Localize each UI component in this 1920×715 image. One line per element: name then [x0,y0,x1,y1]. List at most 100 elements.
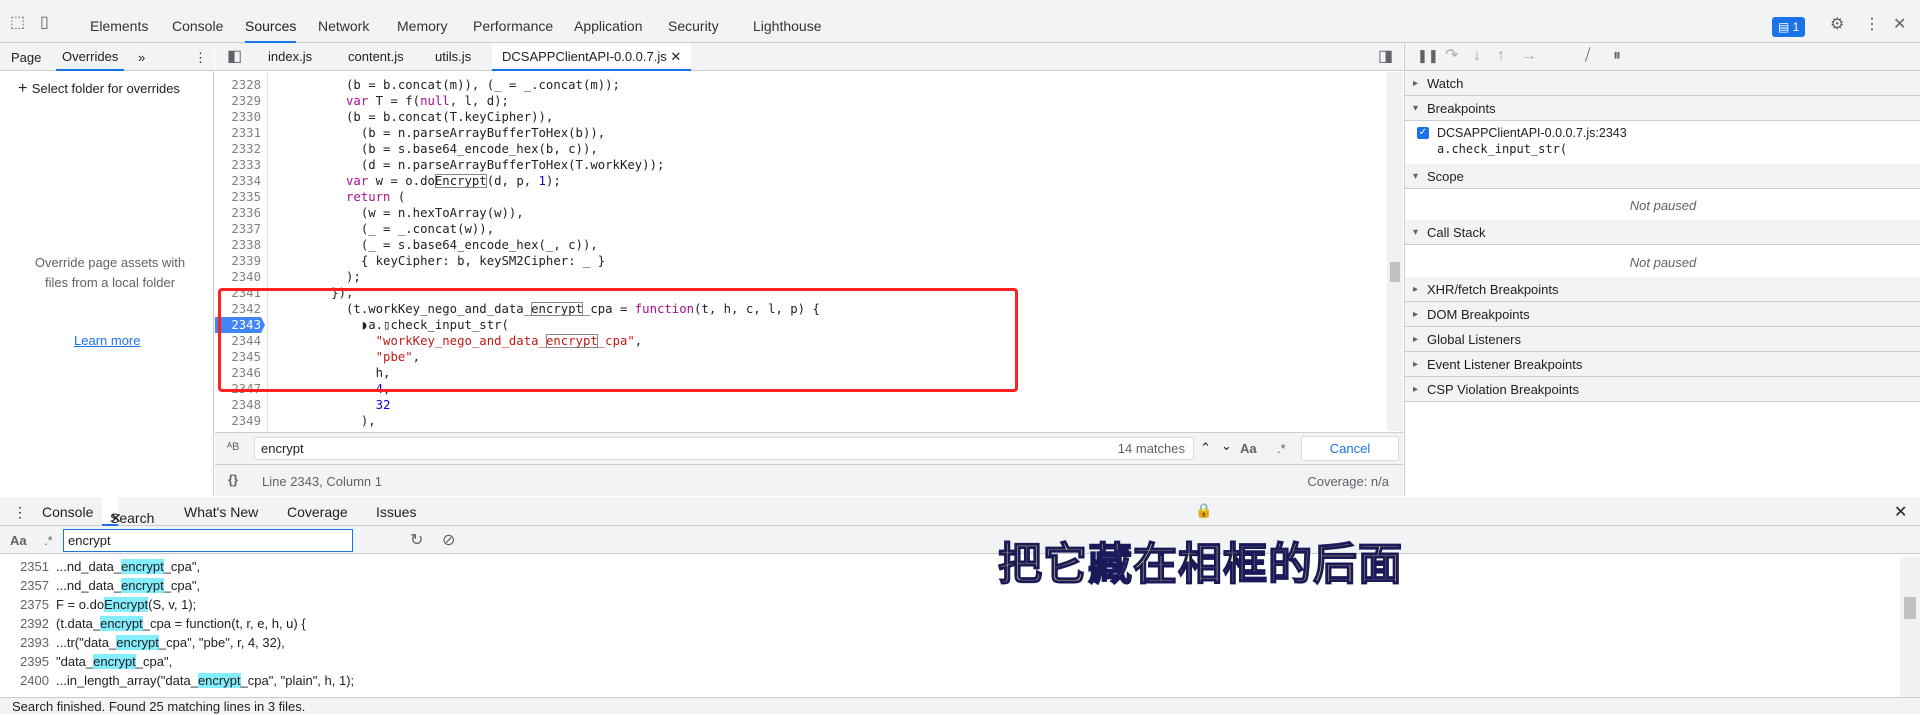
learn-more-link[interactable]: Learn more [74,333,140,348]
section-dom-breakpoints[interactable]: DOM Breakpoints [1405,302,1920,327]
pretty-print-icon[interactable]: {} [228,472,238,487]
section-csp-violation-breakpoints[interactable]: CSP Violation Breakpoints [1405,377,1920,402]
drawer-menu-icon[interactable]: ⋮ [13,504,27,521]
code-line: 2334 var w = o.doEncrypt(d, p, 1); [215,173,1385,189]
section-call-stack[interactable]: Call Stack [1405,220,1920,245]
scrollbar-thumb[interactable] [1390,262,1400,282]
step-out-icon[interactable]: ↑ [1497,48,1505,64]
tab-sources[interactable]: Sources [245,10,297,43]
clear-icon[interactable]: ⊘ [442,530,455,550]
toggle-navigator-icon[interactable]: ◧ [227,49,242,65]
line-number[interactable]: 2332 [215,141,261,157]
search-result-row[interactable]: 2357 ...nd_data_encrypt_cpa", [0,576,1900,595]
coverage-status: Coverage: n/a [1307,474,1389,489]
search-result-row[interactable]: 2375 F = o.doEncrypt(S, v, 1); [0,595,1900,614]
search-result-row[interactable]: 2393 ...tr("data_encrypt_cpa", "pbe", r, … [0,633,1900,652]
scrollbar-thumb[interactable] [1904,597,1916,619]
deactivate-breakpoints-icon[interactable]: ⧸ [1585,48,1590,64]
match-case-button[interactable]: Aa [10,533,27,548]
editor-scrollbar[interactable] [1387,72,1403,431]
search-result-row[interactable]: 2400 ...in_length_array("data_encrypt_cpa… [0,671,1900,690]
line-number[interactable]: 2338 [215,237,261,253]
tab-console[interactable]: Console [172,10,223,43]
tab-application[interactable]: Application [574,10,643,43]
match-case-button[interactable]: Aa [1240,441,1257,456]
tab-security[interactable]: Security [668,10,719,43]
replace-toggle-icon[interactable]: ᴬB [227,441,239,453]
breakpoint-checkbox[interactable]: ✓ [1417,127,1429,139]
code-line: 2336 (w = n.hexToArray(w)), [215,205,1385,221]
drawer-tab-coverage[interactable]: Coverage [287,504,348,520]
line-number[interactable]: 2349 [215,413,261,429]
tab-overrides[interactable]: Overrides [56,43,125,71]
find-input[interactable]: encrypt 14 matches [254,437,1194,460]
next-match-button[interactable]: ⌄ [1221,438,1232,454]
line-number[interactable]: 2334 [215,173,261,189]
select-folder-button[interactable]: + Select folder for overrides [18,80,180,98]
line-number[interactable]: 2329 [215,93,261,109]
section-xhr-breakpoints[interactable]: XHR/fetch Breakpoints [1405,277,1920,302]
line-number[interactable]: 2339 [215,253,261,269]
regex-button[interactable]: .* [44,533,53,548]
tab-elements[interactable]: Elements [90,10,148,43]
tab-lighthouse[interactable]: Lighthouse [753,10,822,43]
drawer-tab-search[interactable]: Search ✕ [102,497,154,526]
code-line: 2332 (b = s.base64_encode_hex(b, c)), [215,141,1385,157]
search-result-row[interactable]: 2392 (t.data_encrypt_cpa = function(t, r,… [0,614,1900,633]
close-tab-icon[interactable]: ✕ [670,49,681,64]
device-toolbar-icon[interactable]: ▯ [40,15,49,31]
section-breakpoints[interactable]: Breakpoints [1405,96,1920,121]
line-number[interactable]: 2337 [215,221,261,237]
step-icon[interactable]: → [1521,48,1537,64]
file-tab-index[interactable]: index.js [258,43,322,71]
more-tabs-button[interactable]: » [138,50,145,65]
line-number[interactable]: 2331 [215,125,261,141]
tab-page[interactable]: Page [11,50,41,65]
line-number[interactable]: 2328 [215,77,261,93]
section-global-listeners[interactable]: Global Listeners [1405,327,1920,352]
gear-icon[interactable]: ⚙ [1830,17,1844,33]
pause-icon[interactable]: ❚❚ [1417,49,1439,62]
more-menu-icon[interactable]: ⋮ [1864,17,1880,33]
step-over-icon[interactable]: ↷ [1445,48,1458,64]
line-number[interactable]: 2348 [215,397,261,413]
section-event-listener-breakpoints[interactable]: Event Listener Breakpoints [1405,352,1920,377]
refresh-icon[interactable]: ↻ [410,530,423,550]
tab-network[interactable]: Network [318,10,369,43]
tab-memory[interactable]: Memory [397,10,448,43]
search-result-row[interactable]: 2395 "data_encrypt_cpa", [0,652,1900,671]
regex-button[interactable]: .* [1277,441,1286,456]
file-tab-dcsappclientapi[interactable]: DCSAPPClientAPI-0.0.0.7.js ✕ [492,43,692,71]
step-into-icon[interactable]: ↓ [1473,48,1481,64]
file-tab-utils[interactable]: utils.js [425,43,481,71]
section-watch[interactable]: Watch [1405,71,1920,96]
code-editor: ◧ index.js content.js utils.js DCSAPPCli… [215,43,1403,496]
inspect-element-icon[interactable]: ⬚ [10,15,25,31]
drawer-tab-whats-new[interactable]: What's New [184,504,258,520]
code-line: 2331 (b = n.parseArrayBufferToHex(b)), [215,125,1385,141]
close-drawer-icon[interactable]: ✕ [1894,502,1907,522]
pause-on-exceptions-icon[interactable]: ⏸ [1613,48,1621,64]
cancel-button[interactable]: Cancel [1301,436,1399,461]
previous-match-button[interactable]: ⌃ [1200,440,1211,456]
toggle-debugger-icon[interactable]: ◨ [1378,49,1393,65]
drawer-tab-console[interactable]: Console [42,504,93,520]
line-number[interactable]: 2330 [215,109,261,125]
results-scrollbar[interactable] [1900,557,1920,697]
line-number[interactable]: 2336 [215,205,261,221]
result-line-number: 2393 [20,635,49,650]
line-number[interactable]: 2333 [215,157,261,173]
section-scope[interactable]: Scope [1405,164,1920,189]
code-line: 2330 (b = b.concat(T.keyCipher)), [215,109,1385,125]
tab-performance[interactable]: Performance [473,10,553,43]
line-number[interactable]: 2335 [215,189,261,205]
line-number[interactable]: 2340 [215,269,261,285]
search-result-row[interactable]: 2351 ...nd_data_encrypt_cpa", [0,557,1900,576]
issues-badge[interactable]: ▤ 1 [1772,17,1806,37]
more-menu-icon[interactable]: ⋮ [194,50,207,66]
drawer-tab-issues[interactable]: Issues [376,504,416,520]
search-status: Search finished. Found 25 matching lines… [0,697,1920,714]
file-tab-content[interactable]: content.js [338,43,414,71]
close-icon[interactable]: ✕ [1893,17,1906,33]
search-input[interactable]: encrypt [63,529,353,552]
